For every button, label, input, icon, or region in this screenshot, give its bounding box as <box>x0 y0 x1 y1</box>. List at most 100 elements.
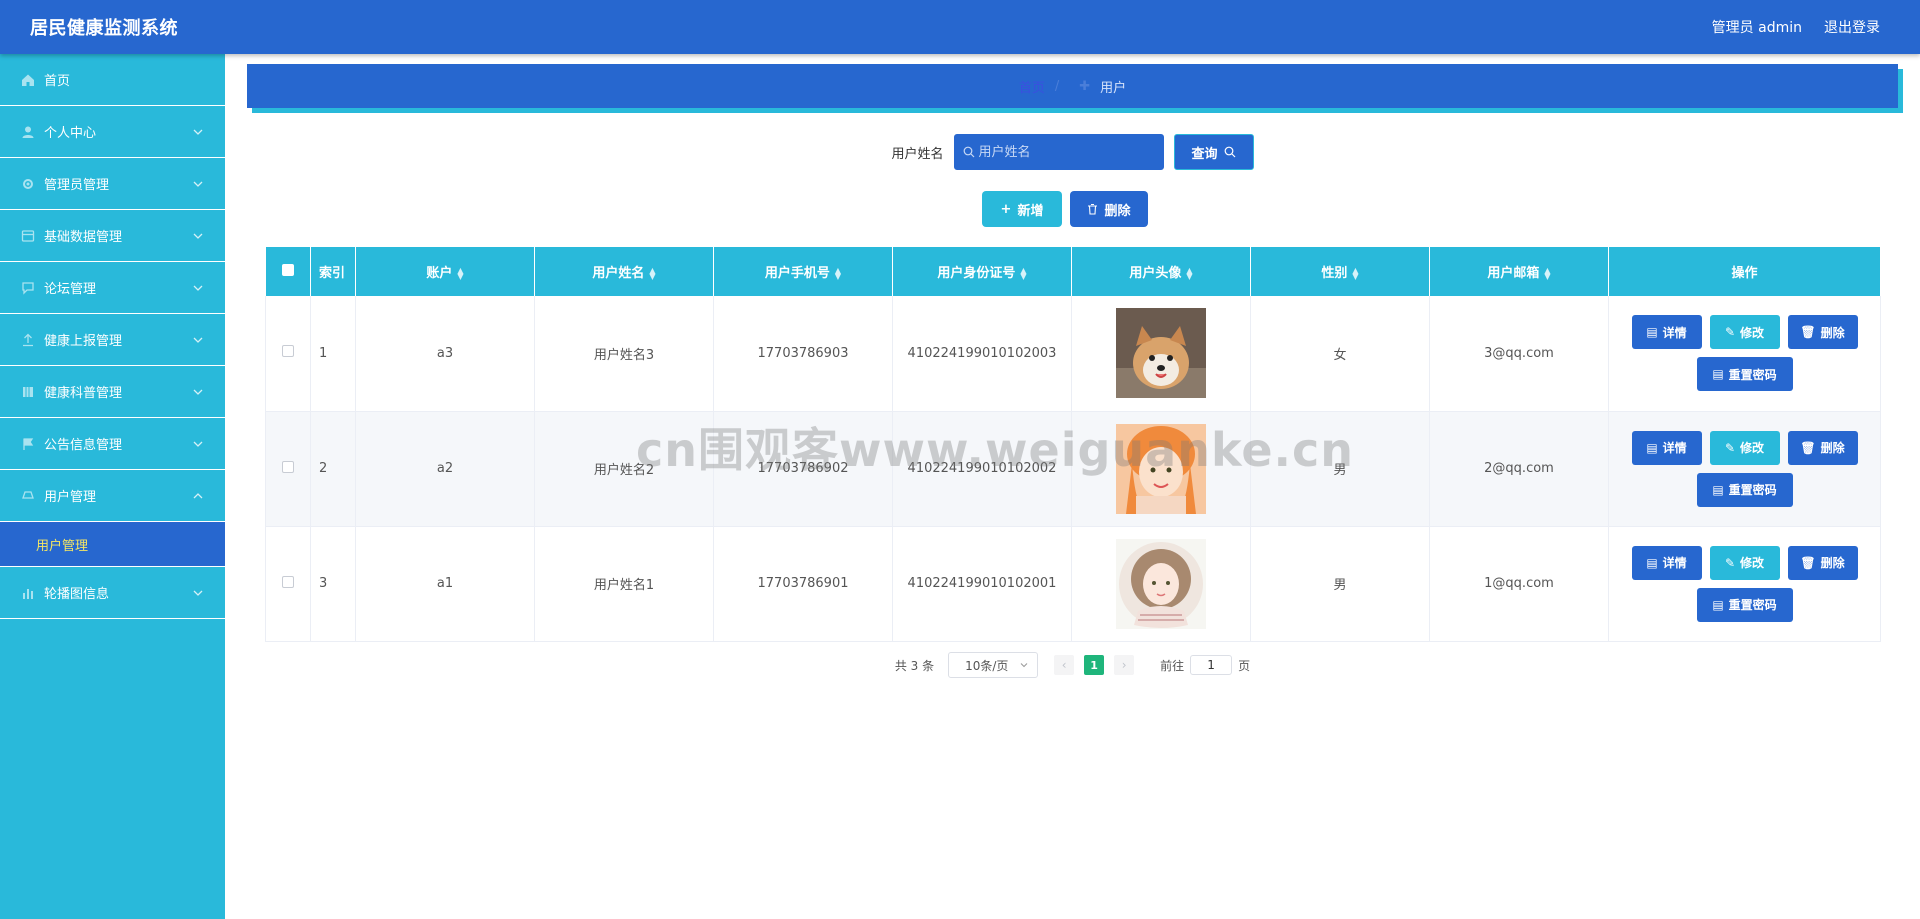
row-checkbox[interactable] <box>282 460 294 473</box>
column-header[interactable]: 用户手机号 ▲ ▼ <box>713 247 893 296</box>
sidebar-item-health-report[interactable]: 健康上报管理 <box>0 314 225 366</box>
cell-id-card: 410224199010102002 <box>892 411 1072 526</box>
select-all-checkbox[interactable] <box>281 263 294 276</box>
sidebar-item-label: 论坛管理 <box>44 282 97 297</box>
users-icon <box>20 488 36 504</box>
sidebar-item-label: 健康科普管理 <box>44 386 123 401</box>
select-all-cell <box>265 247 311 296</box>
cell-gender: 男 <box>1250 526 1430 641</box>
sort-icon[interactable]: ▲ ▼ <box>1186 266 1192 280</box>
batch-delete-button[interactable]: 删除 <box>1070 191 1148 227</box>
page-size-select[interactable]: 10条/页 <box>948 652 1039 678</box>
detail-button[interactable]: ▤ 详情 <box>1631 430 1702 465</box>
goto-page-input[interactable] <box>1190 655 1233 675</box>
sidebar-item-health-science[interactable]: 健康科普管理 <box>0 366 225 418</box>
sort-icon[interactable]: ▲ ▼ <box>1544 266 1550 280</box>
cell-operations: ▤ 详情 ✎ 修改 🗑 删除 ▤ 重置密码 <box>1608 411 1881 526</box>
cell-id-card: 410224199010102003 <box>892 296 1072 411</box>
edit-button[interactable]: ✎ 修改 <box>1709 545 1780 580</box>
reset-password-button[interactable]: ▤ 重置密码 <box>1696 587 1793 622</box>
page-number-current[interactable]: 1 <box>1084 655 1105 675</box>
column-header-label: 性别 <box>1321 266 1348 281</box>
detail-label: 详情 <box>1662 441 1687 455</box>
sort-icon[interactable]: ▲ ▼ <box>835 266 841 280</box>
document-icon: ▤ <box>1646 325 1658 340</box>
sidebar-item-users[interactable]: 用户管理 <box>0 470 225 522</box>
search-button[interactable]: 查询 <box>1173 134 1254 170</box>
reset-password-button[interactable]: ▤ 重置密码 <box>1696 472 1793 507</box>
row-checkbox[interactable] <box>282 575 294 588</box>
trash-icon: 🗑 <box>1800 325 1816 340</box>
add-button-label: 新增 <box>1017 203 1044 219</box>
breadcrumb-item-icon: ✚ <box>1079 78 1091 94</box>
column-header-label: 用户身份证号 <box>937 266 1016 281</box>
row-checkbox[interactable] <box>282 345 294 358</box>
chevron-down-icon <box>193 337 203 343</box>
sidebar-item-notice[interactable]: 公告信息管理 <box>0 418 225 470</box>
detail-button[interactable]: ▤ 详情 <box>1631 315 1702 350</box>
cell-email: 2@qq.com <box>1429 411 1609 526</box>
trash-icon <box>1088 203 1098 215</box>
breadcrumb-current: 用户 <box>1100 80 1127 96</box>
cell-avatar <box>1071 526 1251 641</box>
breadcrumb-home[interactable]: 首页 <box>1019 77 1045 96</box>
sort-icon[interactable]: ▲ ▼ <box>649 266 655 280</box>
delete-button[interactable]: 🗑 删除 <box>1787 430 1858 465</box>
avatar[interactable] <box>1116 538 1206 629</box>
column-header[interactable]: 账户 ▲ ▼ <box>355 247 535 296</box>
sort-icon[interactable]: ▲ ▼ <box>1020 266 1026 280</box>
cell-operations: ▤ 详情 ✎ 修改 🗑 删除 ▤ 重置密码 <box>1608 296 1881 411</box>
chevron-down-icon <box>193 233 203 239</box>
breadcrumb-separator: / <box>1054 78 1060 94</box>
reset-password-button[interactable]: ▤ 重置密码 <box>1696 357 1793 392</box>
sidebar-subitem-user-management[interactable]: 用户管理 <box>0 522 225 567</box>
page-size-value: 10条/页 <box>965 658 1009 673</box>
app-title: 居民健康监测系统 <box>30 18 178 39</box>
sidebar-item-carousel[interactable]: 轮播图信息 <box>0 567 225 619</box>
edit-label: 修改 <box>1740 325 1765 340</box>
row-select-cell <box>265 296 311 411</box>
chevron-down-icon <box>193 389 203 395</box>
sidebar-item-label: 首页 <box>44 74 71 89</box>
search-input[interactable] <box>978 144 1149 160</box>
reset-password-label: 重置密码 <box>1728 367 1777 382</box>
column-header-label: 用户头像 <box>1129 266 1182 281</box>
column-header[interactable]: 性别 ▲ ▼ <box>1250 247 1430 296</box>
column-header-label: 用户姓名 <box>592 266 645 281</box>
avatar[interactable] <box>1116 308 1206 399</box>
edit-button[interactable]: ✎ 修改 <box>1709 315 1780 350</box>
table-row: 3 a1 用户姓名1 17703786901 41022419901010200… <box>265 526 1881 641</box>
delete-button[interactable]: 🗑 删除 <box>1787 315 1858 350</box>
next-page-button[interactable]: › <box>1114 655 1135 675</box>
prev-page-button[interactable]: ‹ <box>1054 655 1075 675</box>
cell-account: a1 <box>355 526 535 641</box>
column-header[interactable]: 用户头像 ▲ ▼ <box>1071 247 1251 296</box>
row-select-cell <box>265 526 311 641</box>
top-header: 居民健康监测系统 管理员 admin 退出登录 <box>0 0 1920 54</box>
edit-button[interactable]: ✎ 修改 <box>1709 430 1780 465</box>
document-icon: ▤ <box>1712 367 1724 382</box>
sidebar-item-home[interactable]: 首页 <box>0 54 225 106</box>
cell-name: 用户姓名1 <box>534 526 714 641</box>
document-icon: ▤ <box>1712 482 1724 497</box>
home-icon <box>20 72 36 88</box>
sort-icon[interactable]: ▲ ▼ <box>457 266 463 280</box>
sort-icon[interactable]: ▲ ▼ <box>1352 266 1358 280</box>
column-header[interactable]: 用户身份证号 ▲ ▼ <box>892 247 1072 296</box>
detail-button[interactable]: ▤ 详情 <box>1631 545 1702 580</box>
add-button[interactable]: + 新增 <box>982 191 1062 227</box>
sidebar-item-forum[interactable]: 论坛管理 <box>0 262 225 314</box>
reset-password-label: 重置密码 <box>1728 483 1777 497</box>
table-row: 2 a2 用户姓名2 17703786902 41022419901010200… <box>265 411 1881 526</box>
column-header[interactable]: 用户姓名 ▲ ▼ <box>534 247 714 296</box>
cell-index: 1 <box>310 296 356 411</box>
goto-page: 前往 页 <box>1160 655 1250 675</box>
row-select-cell <box>265 411 311 526</box>
logout-link[interactable]: 退出登录 <box>1824 17 1880 37</box>
search-row: 用户姓名 查询 <box>0 134 1920 170</box>
search-label: 用户姓名 <box>891 146 944 162</box>
delete-button[interactable]: 🗑 删除 <box>1787 545 1858 580</box>
column-header[interactable]: 用户邮箱 ▲ ▼ <box>1429 247 1609 296</box>
chevron-down-icon <box>193 590 203 596</box>
avatar[interactable] <box>1116 423 1206 514</box>
